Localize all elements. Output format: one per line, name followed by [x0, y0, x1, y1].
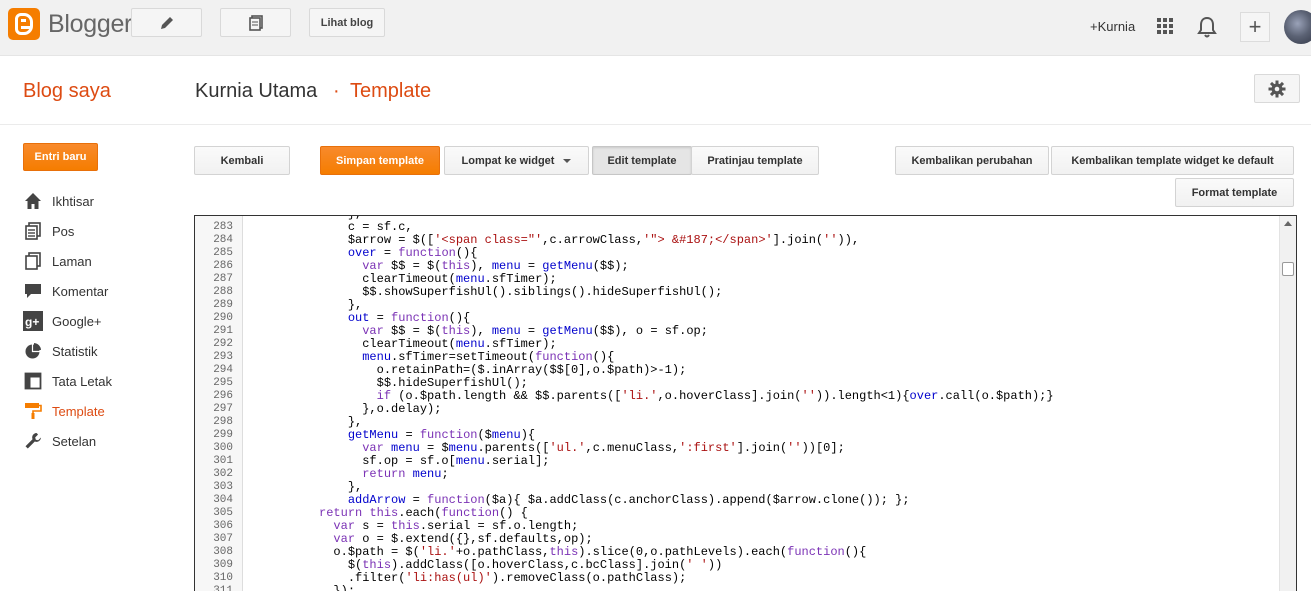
pages-icon — [248, 14, 263, 31]
sidebar-item-settings[interactable]: Setelan — [23, 426, 183, 456]
posts-list-button[interactable] — [220, 8, 291, 37]
sidebar-item-label: Statistik — [52, 343, 98, 359]
view-blog-button[interactable]: Lihat blog — [309, 8, 385, 37]
line-number: 311 — [213, 585, 233, 591]
line-number: 288 — [213, 286, 233, 298]
line-number: 286 — [213, 260, 233, 272]
revert-widget-templates-button[interactable]: Kembalikan template widget ke default — [1051, 146, 1294, 175]
line-number: 293 — [213, 351, 233, 363]
code-text: }); — [247, 584, 356, 591]
scroll-up-arrow-icon[interactable] — [1284, 221, 1292, 226]
sidebar-nav: Ikhtisar Pos Laman Komentar g+ Google+ S… — [23, 186, 183, 456]
line-number: 289 — [213, 299, 233, 311]
new-post-button[interactable] — [131, 8, 202, 37]
google-plus-profile-link[interactable]: +Kurnia — [1090, 19, 1135, 34]
line-number: 292 — [213, 338, 233, 350]
line-number: 298 — [213, 416, 233, 428]
line-number: 290 — [213, 312, 233, 324]
home-icon — [23, 191, 43, 211]
sidebar-item-pages[interactable]: Laman — [23, 246, 183, 276]
posts-icon — [23, 221, 43, 241]
paint-roller-icon — [23, 401, 43, 421]
gear-icon — [1268, 80, 1286, 97]
line-number: 283 — [213, 221, 233, 233]
code-line[interactable]: 311 }); — [195, 585, 1280, 591]
sidebar-item-posts[interactable]: Pos — [23, 216, 183, 246]
line-number: 299 — [213, 429, 233, 441]
avatar[interactable] — [1284, 10, 1311, 44]
sidebar-item-label: Tata Letak — [52, 373, 112, 389]
revert-changes-button[interactable]: Kembalikan perubahan — [895, 146, 1049, 175]
comment-icon — [23, 281, 43, 301]
blog-name[interactable]: Kurnia Utama — [195, 80, 317, 103]
page-title: Template — [350, 80, 432, 102]
my-blogs-link[interactable]: Blog saya — [23, 80, 111, 103]
line-number: 297 — [213, 403, 233, 415]
sidebar-item-template[interactable]: Template — [23, 396, 183, 426]
line-number: 308 — [213, 546, 233, 558]
line-number: 295 — [213, 377, 233, 389]
template-code-editor[interactable]: 282 },283 c = sf.c,284 $arrow = $(['<spa… — [194, 215, 1297, 591]
line-number: 296 — [213, 390, 233, 402]
line-number: 306 — [213, 520, 233, 532]
line-number: 291 — [213, 325, 233, 337]
sidebar-item-label: Ikhtisar — [52, 193, 94, 209]
tab-edit-template[interactable]: Edit template — [592, 146, 692, 175]
svg-text:g+: g+ — [25, 315, 39, 329]
line-number: 302 — [213, 468, 233, 480]
blogger-logo-icon[interactable] — [8, 8, 40, 40]
sidebar-item-layout[interactable]: Tata Letak — [23, 366, 183, 396]
sidebar-item-overview[interactable]: Ikhtisar — [23, 186, 183, 216]
sidebar-item-label: Setelan — [52, 433, 97, 449]
sidebar-item-label: Template — [52, 403, 105, 419]
line-number: 309 — [213, 559, 233, 571]
line-number: 305 — [213, 507, 233, 519]
scrollbar-thumb[interactable] — [1282, 262, 1294, 276]
sidebar-item-stats[interactable]: Statistik — [23, 336, 183, 366]
apps-grid-icon[interactable] — [1157, 18, 1173, 34]
back-button[interactable]: Kembali — [194, 146, 290, 175]
jump-to-widget-dropdown[interactable]: Lompat ke widget — [444, 146, 589, 175]
save-template-button[interactable]: Simpan template — [320, 146, 440, 175]
sidebar-item-google-plus[interactable]: g+ Google+ — [23, 306, 183, 336]
code-lines[interactable]: 282 },283 c = sf.c,284 $arrow = $(['<spa… — [195, 216, 1280, 591]
page-icon — [23, 251, 43, 271]
settings-button[interactable] — [1254, 74, 1300, 103]
line-number: 284 — [213, 234, 233, 246]
layout-icon — [23, 371, 43, 391]
chevron-down-icon — [563, 158, 572, 163]
line-number: 285 — [213, 247, 233, 259]
sidebar-item-label: Komentar — [52, 283, 109, 299]
line-number: 301 — [213, 455, 233, 467]
vertical-scrollbar[interactable] — [1279, 216, 1296, 591]
code-line[interactable]: 310 .filter('li:has(ul)').removeClass(o.… — [195, 572, 1280, 585]
brand-name[interactable]: Blogger — [48, 10, 132, 39]
wrench-icon — [23, 431, 43, 451]
sidebar-item-comments[interactable]: Komentar — [23, 276, 183, 306]
line-number: 294 — [213, 364, 233, 376]
new-post-button[interactable]: Entri baru — [23, 143, 98, 171]
sidebar-item-label: Pos — [52, 223, 75, 239]
share-plus-button[interactable]: + — [1240, 12, 1270, 42]
notifications-bell-icon[interactable] — [1197, 16, 1217, 38]
pie-chart-icon — [23, 341, 43, 361]
google-plus-icon: g+ — [23, 311, 43, 331]
line-number: 300 — [213, 442, 233, 454]
line-number: 307 — [213, 533, 233, 545]
jump-to-widget-label: Lompat ke widget — [461, 154, 555, 167]
format-template-button[interactable]: Format template — [1175, 178, 1294, 207]
pencil-icon — [160, 16, 173, 29]
header-divider — [0, 124, 1311, 125]
top-bar: Blogger Lihat blog +Kurnia + — [0, 0, 1311, 56]
tab-preview-template[interactable]: Pratinjau template — [691, 146, 819, 175]
line-number: 304 — [213, 494, 233, 506]
sidebar-item-label: Laman — [52, 253, 92, 269]
line-number: 310 — [213, 572, 233, 584]
sidebar-item-label: Google+ — [52, 313, 102, 329]
breadcrumb-separator: · — [333, 80, 340, 102]
line-number: 303 — [213, 481, 233, 493]
line-number: 287 — [213, 273, 233, 285]
